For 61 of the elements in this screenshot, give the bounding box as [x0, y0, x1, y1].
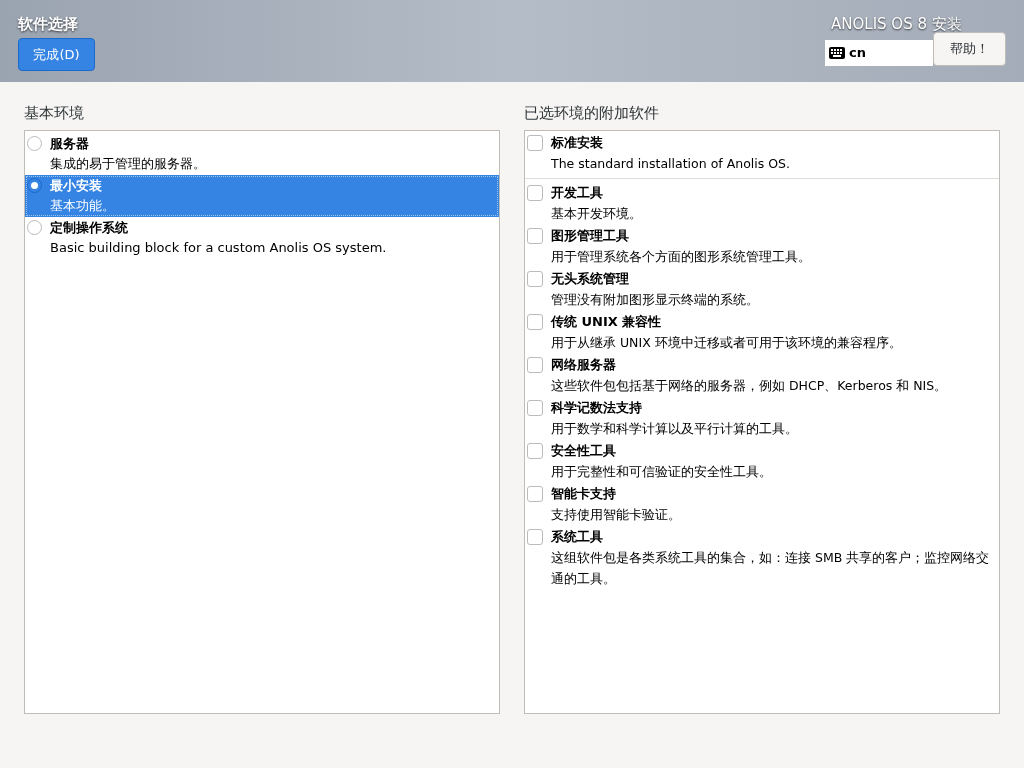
option-title: 定制操作系统: [50, 219, 129, 237]
option-title: 科学记数法支持: [551, 399, 643, 417]
checkbox[interactable]: [527, 314, 543, 330]
section-heading: 基本环境: [24, 103, 85, 124]
addon-row[interactable]: 开发工具 基本开发环境。: [525, 183, 999, 226]
addon-row[interactable]: 传统 UNIX 兼容性 用于从继承 UNIX 环境中迁移或者可用于该环境的兼容程序。: [525, 312, 999, 355]
checkbox[interactable]: [527, 228, 543, 244]
option-title: 安全性工具: [551, 442, 617, 460]
option-description: 基本功能。: [50, 197, 115, 215]
radio-button[interactable]: [27, 136, 42, 151]
checkbox[interactable]: [527, 400, 543, 416]
checkbox[interactable]: [527, 357, 543, 373]
checkbox[interactable]: [527, 529, 543, 545]
option-description: 管理没有附加图形显示终端的系统。: [551, 291, 759, 309]
radio-button[interactable]: [27, 220, 42, 235]
option-title: 标准安装: [551, 134, 604, 152]
environment-option[interactable]: 定制操作系统 Basic building block for a custom Anolis OS system.: [25, 217, 499, 259]
section-heading: 已选环境的附加软件: [524, 103, 660, 124]
option-title: 无头系统管理: [551, 270, 630, 288]
option-title: 智能卡支持: [551, 485, 617, 503]
option-description: 集成的易于管理的服务器。: [50, 155, 206, 173]
option-description: 支持使用智能卡验证。: [551, 506, 681, 524]
option-description: The standard installation of Anolis OS.: [551, 155, 790, 173]
checkbox[interactable]: [527, 486, 543, 502]
option-description: Basic building block for a custom Anolis OS system.: [50, 239, 387, 257]
option-description: 用于完整性和可信验证的安全性工具。: [551, 463, 772, 481]
option-description: 用于管理系统各个方面的图形系统管理工具。: [551, 248, 811, 266]
checkbox[interactable]: [527, 185, 543, 201]
option-title: 系统工具: [551, 528, 604, 546]
addon-row[interactable]: 标准安装 The standard installation of Anolis OS.: [525, 133, 999, 179]
option-description: 基本开发环境。: [551, 205, 642, 223]
product-title: ANOLIS OS 8 安装: [830, 14, 962, 34]
option-description: 这组软件包是各类系统工具的集合，如：连接 SMB 共享的客户；监控网络交通的工具。: [551, 549, 991, 588]
help-button[interactable]: 帮助！: [933, 32, 1006, 66]
option-title: 服务器: [50, 135, 90, 153]
radio-button[interactable]: [27, 178, 42, 193]
option-description: 用于数学和科学计算以及平行计算的工具。: [551, 420, 798, 438]
addon-row[interactable]: 智能卡支持 支持使用智能卡验证。: [525, 484, 999, 527]
addon-row[interactable]: 安全性工具 用于完整性和可信验证的安全性工具。: [525, 441, 999, 484]
option-title: 图形管理工具: [551, 227, 630, 245]
option-title: 最小安装: [50, 177, 103, 195]
environment-option[interactable]: 服务器 集成的易于管理的服务器。: [25, 133, 499, 175]
option-description: 用于从继承 UNIX 环境中迁移或者可用于该环境的兼容程序。: [551, 334, 902, 352]
addon-row[interactable]: 系统工具 这组软件包是各类系统工具的集合，如：连接 SMB 共享的客户；监控网络交通的工具。: [525, 527, 999, 591]
keyboard-layout-field[interactable]: cn: [825, 40, 933, 66]
keyboard-layout-value: cn: [849, 44, 866, 63]
option-title: 网络服务器: [551, 356, 617, 374]
keyboard-icon: [829, 46, 845, 60]
checkbox[interactable]: [527, 271, 543, 287]
addon-row[interactable]: 网络服务器 这些软件包包括基于网络的服务器，例如 DHCP、Kerberos 和 NIS。: [525, 355, 999, 398]
option-description: 这些软件包包括基于网络的服务器，例如 DHCP、Kerberos 和 NIS。: [551, 377, 948, 395]
option-title: 开发工具: [551, 184, 604, 202]
done-button[interactable]: 完成(D): [18, 38, 95, 71]
option-title: 传统 UNIX 兼容性: [551, 313, 663, 331]
addon-row[interactable]: 无头系统管理 管理没有附加图形显示终端的系统。: [525, 269, 999, 312]
addon-row[interactable]: 科学记数法支持 用于数学和科学计算以及平行计算的工具。: [525, 398, 999, 441]
page-title: 软件选择: [18, 14, 79, 34]
checkbox[interactable]: [527, 135, 543, 151]
addon-row[interactable]: 图形管理工具 用于管理系统各个方面的图形系统管理工具。: [525, 226, 999, 269]
checkbox[interactable]: [527, 443, 543, 459]
environment-option[interactable]: 最小安装 基本功能。: [25, 175, 499, 217]
